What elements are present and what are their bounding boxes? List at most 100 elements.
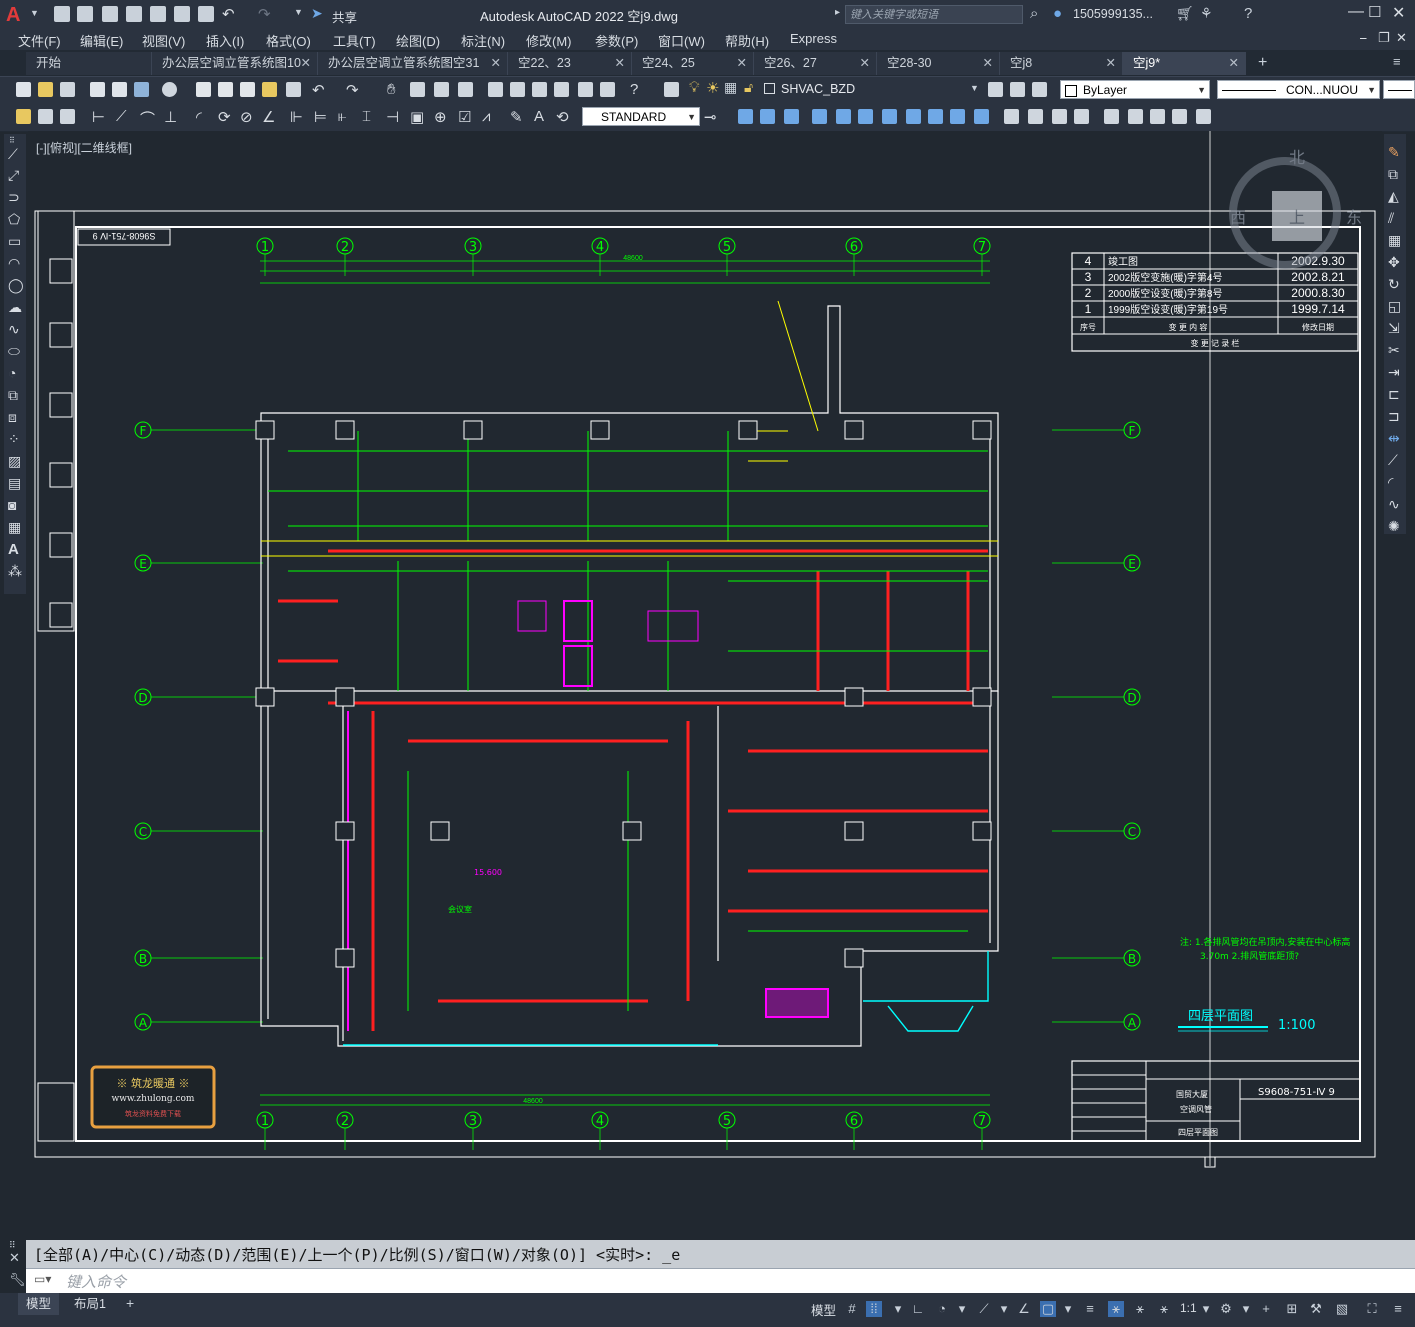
mirror-icon[interactable]: ◭ (1388, 188, 1399, 205)
circle-icon[interactable]: ◯ (8, 277, 24, 294)
3d-wedge-icon[interactable] (760, 109, 775, 124)
layer-properties-icon[interactable] (664, 82, 679, 97)
named-views-icon[interactable] (1150, 109, 1165, 124)
menu-modify[interactable]: 修改(M) (526, 31, 572, 50)
snap-icon[interactable]: ⁞⁞ (866, 1301, 882, 1317)
customize-qat-icon[interactable]: ▼ (294, 7, 303, 17)
layer-name[interactable]: SHVAC_BZD (781, 82, 855, 96)
zoom-window-icon[interactable] (434, 82, 449, 97)
menu-file[interactable]: 文件(F) (18, 31, 61, 50)
mtext-icon[interactable]: A (8, 541, 19, 558)
move-icon[interactable]: ✥ (1388, 254, 1400, 271)
model-space-toggle[interactable]: 模型 (811, 1300, 836, 1319)
annotation-scale-value[interactable]: 1:1 (1180, 1301, 1197, 1315)
save-as-icon[interactable] (126, 6, 142, 22)
baseline-icon[interactable]: ⊨ (314, 108, 327, 126)
layout-tab-model[interactable]: 模型 (18, 1293, 60, 1315)
menu-view[interactable]: 视图(V) (142, 31, 185, 50)
extend-icon[interactable]: ⇥ (1388, 364, 1400, 381)
tab-close-icon[interactable]: ✕ (301, 52, 311, 75)
menu-window[interactable]: 窗口(W) (658, 31, 705, 50)
center-mark-icon[interactable]: ⊕ (434, 108, 447, 126)
ortho-icon[interactable]: ∟ (910, 1301, 926, 1317)
autocad-logo-icon[interactable]: A (6, 4, 28, 26)
isodraft-icon[interactable]: ⟋ (976, 1301, 992, 1317)
layer-previous-icon[interactable] (1010, 82, 1025, 97)
doc-restore-icon[interactable]: ❐ (1378, 30, 1390, 46)
restore-icon[interactable]: ☐ (1368, 3, 1381, 21)
add-layout-icon[interactable]: + (126, 1295, 134, 1311)
grip-icon[interactable]: ⠿ (9, 136, 15, 145)
doc-close-icon[interactable]: ✕ (1396, 30, 1407, 46)
quick-properties-icon[interactable]: ⚒ (1308, 1301, 1324, 1317)
tab-list-icon[interactable]: ≡ (1393, 54, 1401, 69)
spline-icon[interactable]: ∿ (8, 321, 20, 338)
menu-dimension[interactable]: 标注(N) (461, 31, 505, 50)
search-expand-icon[interactable]: ▸ (835, 7, 840, 18)
cart-icon[interactable]: 🛒︎ (1176, 5, 1194, 22)
add-selected-icon[interactable]: ⁂ (8, 563, 22, 580)
dim-update-icon[interactable]: ⟲ (556, 108, 569, 126)
search-input[interactable]: 键入关键字或短语 (845, 5, 1023, 24)
tab-drawing[interactable]: 空22、23 ✕ (508, 52, 632, 75)
erase-icon[interactable]: ✎ (1388, 144, 1400, 161)
undo-icon[interactable]: ↶ (222, 5, 235, 23)
hatch-icon[interactable]: ▨ (8, 453, 21, 470)
units-icon[interactable]: ⊞ (1284, 1301, 1300, 1317)
polar-menu-icon[interactable]: ▾ (954, 1301, 970, 1317)
dim-space-icon[interactable]: ⌶ (362, 108, 371, 125)
new-icon[interactable] (16, 82, 31, 97)
conceptual-icon[interactable] (1074, 109, 1089, 124)
explode-icon[interactable]: ✺ (1388, 518, 1400, 535)
command-input[interactable] (26, 1268, 1415, 1293)
tab-drawing[interactable]: 空24、25 ✕ (632, 52, 754, 75)
send-back-icon[interactable] (60, 109, 75, 124)
autodesk-app-icon[interactable]: ⚘ (1200, 5, 1213, 22)
layer-dropdown-icon[interactable]: ▼ (970, 83, 979, 93)
drawing-canvas[interactable]: S9608-751-Ⅳ 9 48600 48600 1 2 3 4 5 6 7 1 2 3 4 5 6… (28, 131, 1382, 1237)
construction-line-icon[interactable]: ⤢ (8, 167, 19, 184)
scale-menu-icon[interactable]: ▾ (1198, 1301, 1214, 1317)
properties-icon[interactable] (488, 82, 503, 97)
auto-scale-icon[interactable]: ⚹ (1132, 1301, 1148, 1317)
menu-format[interactable]: 格式(O) (266, 31, 311, 50)
viewport-controls[interactable]: [-][俯视][二维线框] (36, 139, 132, 156)
tab-drawing[interactable]: 空26、27 ✕ (754, 52, 877, 75)
close-icon[interactable]: ✕ (1392, 3, 1405, 23)
tab-drawing[interactable]: 空j8 ✕ (1000, 52, 1123, 75)
ucs-z-icon[interactable] (974, 109, 989, 124)
tab-start[interactable]: 开始 (26, 52, 152, 75)
zoom-realtime-icon[interactable] (410, 82, 425, 97)
ellipse-icon[interactable]: ⬭ (8, 343, 20, 360)
viewports-icon[interactable] (1128, 109, 1143, 124)
annotation-scale-icon[interactable]: ⚹ (1156, 1301, 1172, 1317)
save-icon[interactable] (102, 6, 118, 22)
open-icon[interactable] (77, 6, 93, 22)
tab-drawing[interactable]: 办公层空调立管系统图空31 ✕ (318, 52, 508, 75)
open-web-icon[interactable] (150, 6, 166, 22)
camera-icon[interactable] (1172, 109, 1187, 124)
color-select[interactable]: ByLayer ▼ (1060, 80, 1210, 99)
copy-icon[interactable] (218, 82, 233, 97)
radius-icon[interactable]: ◜ (196, 108, 202, 126)
jogged-linear-icon[interactable]: ⩘ (482, 108, 490, 125)
command-line-grip[interactable]: ⠿ ✕ 🔧︎ (6, 1240, 26, 1292)
ucs-previous-icon[interactable] (858, 109, 873, 124)
customize-command-icon[interactable]: 🔧︎ (9, 1272, 26, 1288)
ucs-view-icon[interactable] (928, 109, 943, 124)
shaded-icon[interactable] (1028, 109, 1043, 124)
lineweight-icon[interactable]: ≡ (1082, 1301, 1098, 1317)
rotate-icon[interactable]: ↻ (1388, 276, 1400, 293)
scale-icon[interactable]: ◱ (1388, 298, 1401, 315)
copy-object-icon[interactable]: ⧉ (1388, 166, 1398, 183)
3d-dwf-icon[interactable] (162, 82, 177, 97)
polygon-icon[interactable]: ⬠ (8, 211, 20, 228)
user-icon[interactable]: ● (1053, 5, 1062, 22)
aligned-dim-icon[interactable]: ⟋ (116, 108, 127, 125)
close-command-icon[interactable]: ✕ (9, 1250, 20, 1266)
region-icon[interactable]: ◙ (8, 497, 16, 513)
customization-menu-icon[interactable]: ≡ (1390, 1301, 1406, 1317)
open-icon[interactable] (38, 82, 53, 97)
workspace-menu-icon[interactable]: ▾ (1238, 1301, 1254, 1317)
menu-help[interactable]: 帮助(H) (725, 31, 769, 50)
